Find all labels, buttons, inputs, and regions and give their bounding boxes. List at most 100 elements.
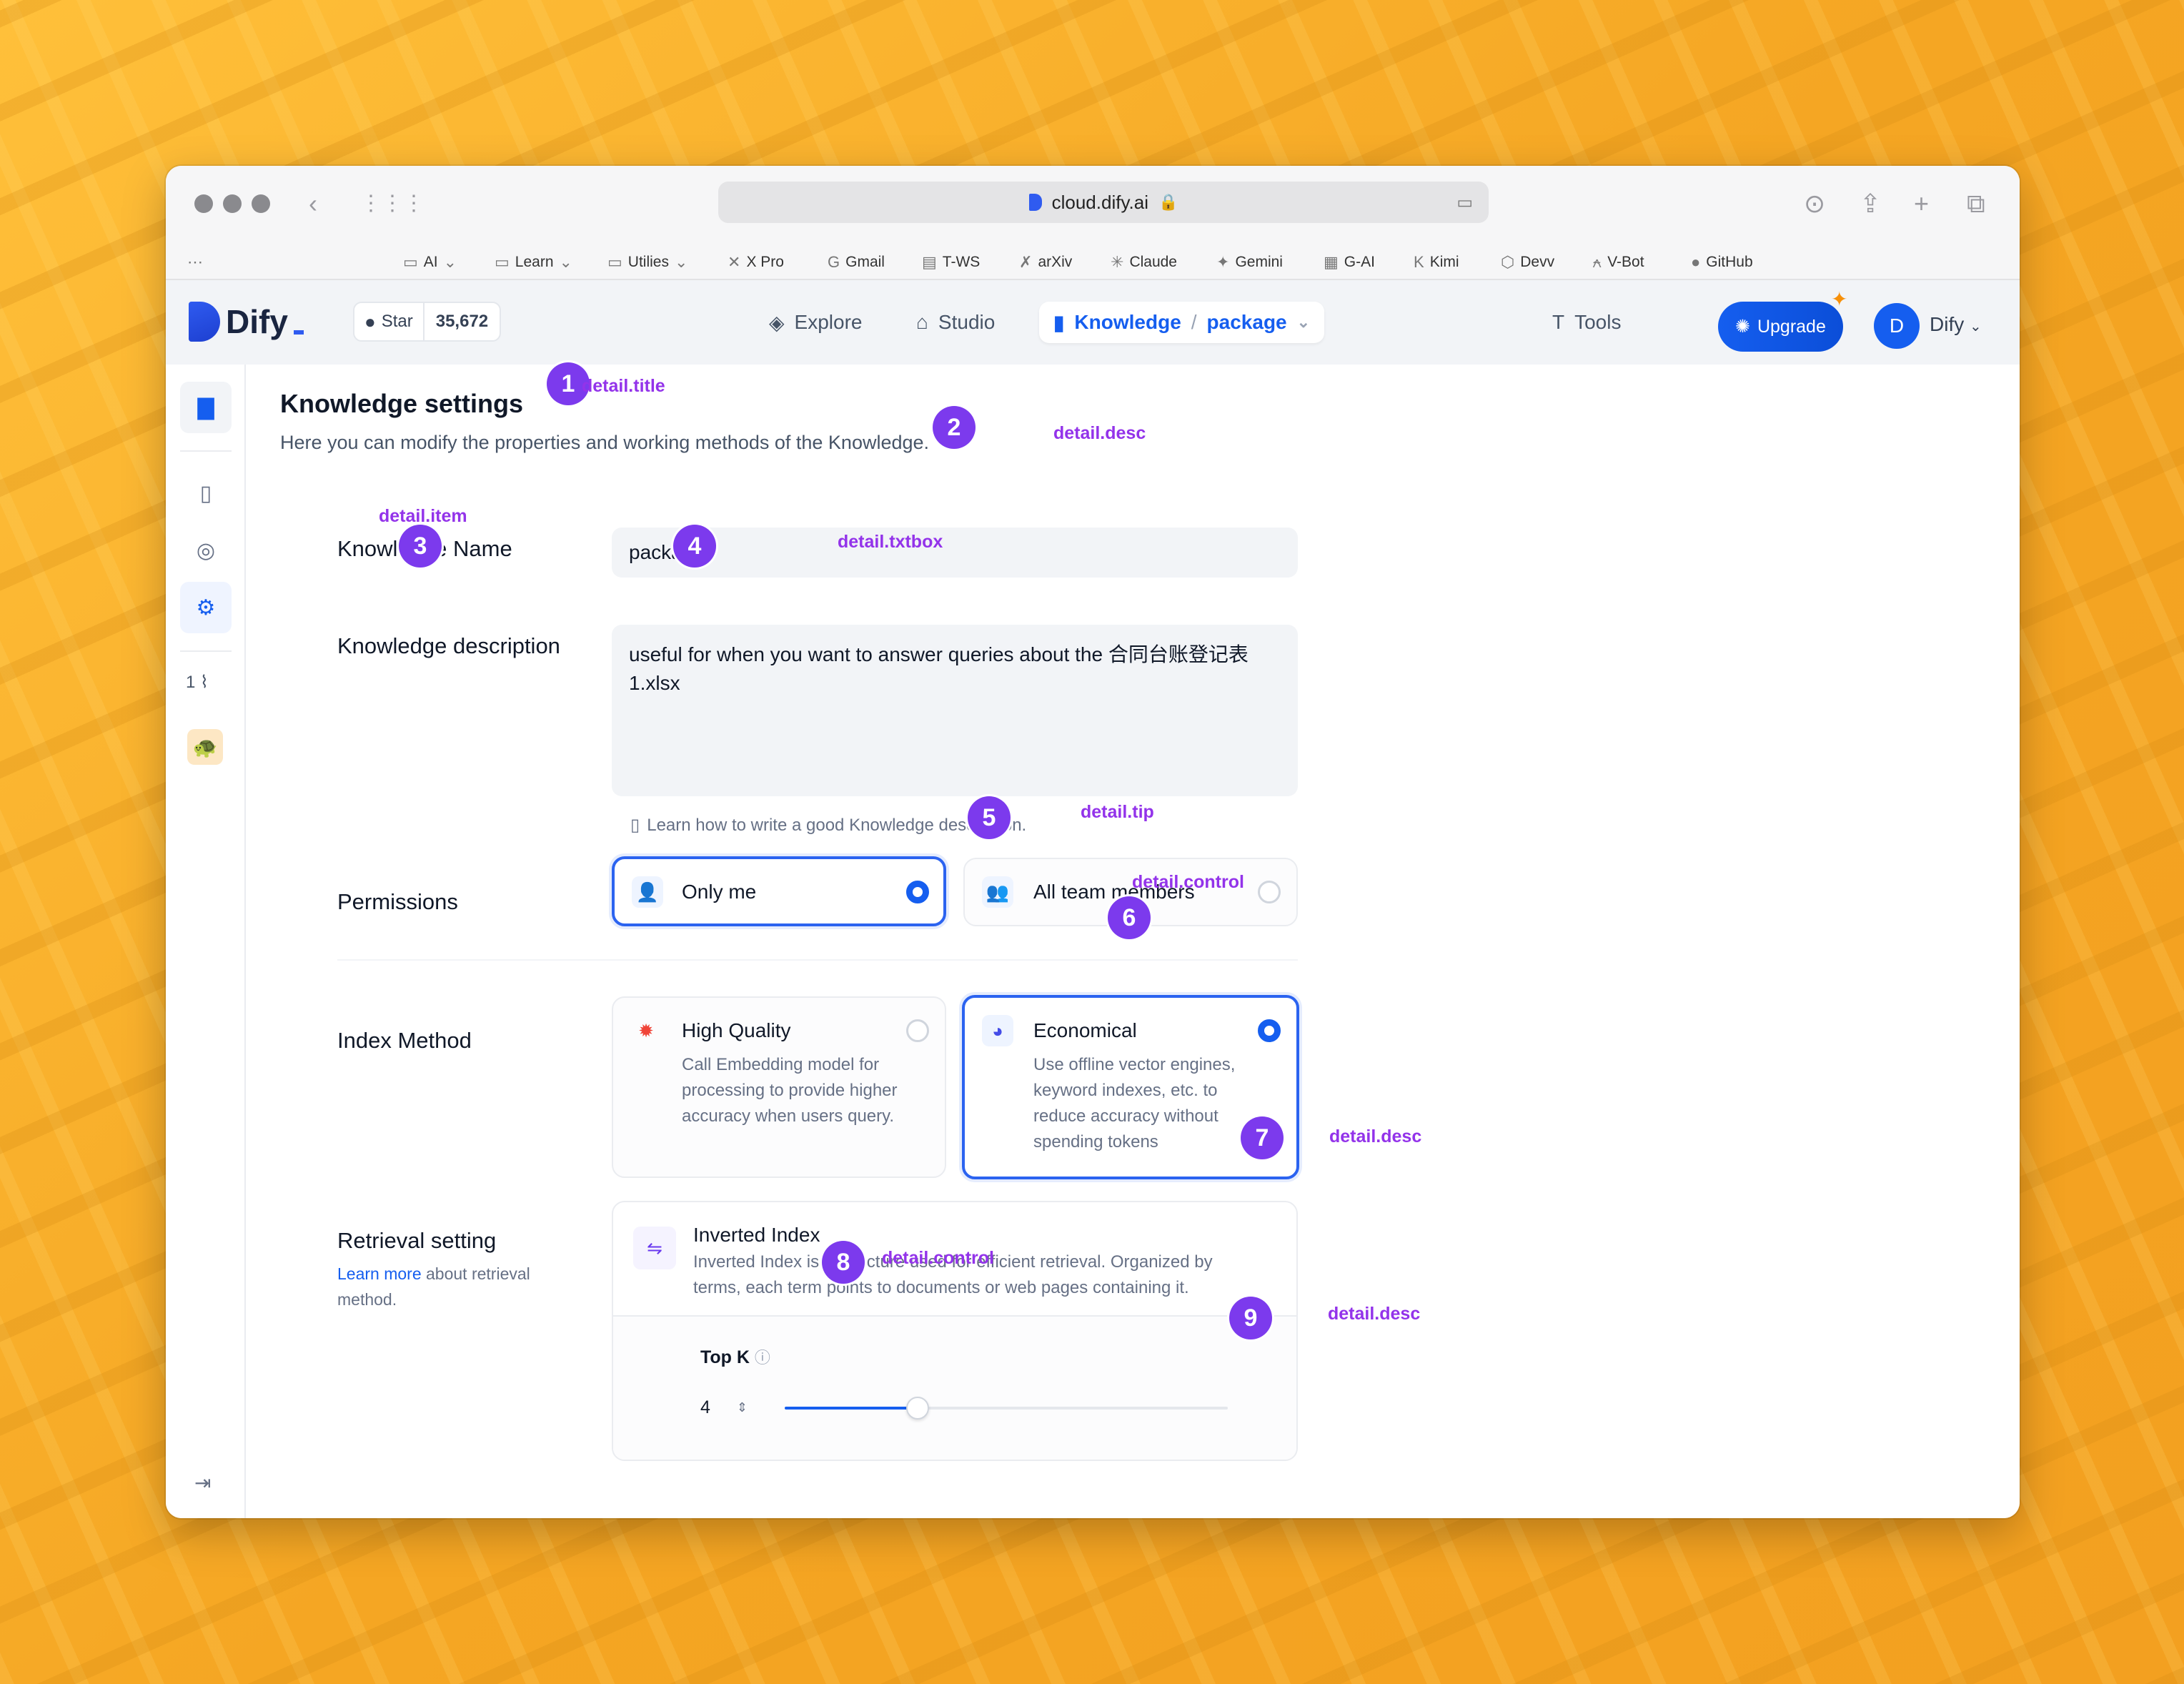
- index-high-quality-option[interactable]: ✹ High Quality Call Embedding model for …: [612, 996, 946, 1178]
- attachment-counter[interactable]: 1 ⌇: [186, 672, 209, 693]
- bookmark-utilies[interactable]: ▭ Utilies ⌄: [607, 244, 688, 280]
- piggy-bank-icon: ◕: [982, 1015, 1013, 1046]
- tab-overview-icon[interactable]: ⋮⋮⋮: [360, 186, 425, 222]
- chevron-down-icon: ⌄: [443, 253, 457, 271]
- site-favicon-icon: [1028, 194, 1042, 211]
- robot-icon: ⌂: [916, 311, 928, 333]
- team-icon: 👥: [982, 876, 1013, 908]
- minimize-window-button[interactable]: [223, 194, 242, 213]
- help-circle-icon[interactable]: ⓘ: [755, 1349, 770, 1367]
- settings-gear-icon[interactable]: ⚙: [180, 582, 232, 633]
- sun-icon: ✹: [638, 1019, 654, 1041]
- upgrade-button[interactable]: ✺ Upgrade: [1718, 302, 1843, 352]
- bookmark-v-bot[interactable]: ⍲ V-Bot: [1592, 244, 1644, 280]
- hit-testing-icon[interactable]: ◎: [180, 525, 232, 576]
- github-star-button[interactable]: ● Star 35,672: [353, 302, 502, 342]
- dify-logo[interactable]: Dify: [189, 302, 304, 342]
- top-k-stepper[interactable]: 4 ⇕: [692, 1390, 756, 1425]
- tabs-icon[interactable]: ⧉: [1967, 186, 1985, 222]
- dataset-selector[interactable]: package: [1207, 311, 1287, 334]
- nav-knowledge[interactable]: ▮ Knowledge / package ⌄: [1039, 302, 1325, 343]
- book-open-icon: ▯: [630, 816, 640, 835]
- knowledge-settings-panel: Knowledge settings Here you can modify t…: [247, 365, 2020, 1518]
- bookmark-t-ws[interactable]: ▤ T-WS: [922, 244, 980, 280]
- annotation-badge-2: 2: [933, 406, 976, 449]
- bookmark-gemini[interactable]: ✦ Gemini: [1216, 244, 1283, 280]
- apps-grid-icon[interactable]: ⋯: [187, 244, 203, 280]
- annotation-badge-7: 7: [1241, 1116, 1284, 1159]
- bookmark-arxiv[interactable]: ✗ arXiv: [1019, 244, 1072, 280]
- divider: [337, 959, 1298, 961]
- reader-icon[interactable]: ▭: [1456, 192, 1473, 213]
- zoom-window-button[interactable]: [252, 194, 270, 213]
- gemini-icon: ✦: [1216, 253, 1230, 271]
- radio-unselected-icon: [1258, 881, 1281, 903]
- site-icon: ▤: [922, 253, 937, 271]
- github-icon: ●: [364, 310, 376, 332]
- radio-unselected-icon: [906, 1019, 929, 1042]
- permission-only-me-option[interactable]: 👤 Only me: [612, 856, 946, 926]
- annotation-badge-6: 6: [1108, 896, 1151, 939]
- annotation-badge-8: 8: [822, 1241, 865, 1284]
- nav-tools[interactable]: T Tools: [1538, 302, 1635, 343]
- bookmark-github[interactable]: ● GitHub: [1691, 244, 1753, 280]
- radio-selected-icon: [1258, 1019, 1281, 1042]
- url-bar[interactable]: cloud.dify.ai 🔒 ▭: [718, 182, 1489, 223]
- chevron-down-icon: ⌄: [559, 253, 572, 271]
- url-text: cloud.dify.ai: [1051, 191, 1148, 213]
- user-menu[interactable]: Dify ⌄: [1930, 313, 1982, 336]
- learn-more-link[interactable]: Learn more: [337, 1264, 422, 1283]
- retrieval-setting-label: Retrieval setting: [337, 1228, 497, 1253]
- devv-icon: ⬡: [1501, 253, 1515, 271]
- arxiv-icon: ✗: [1019, 253, 1033, 271]
- collapse-sidebar-icon[interactable]: ⇥: [194, 1471, 211, 1495]
- radio-selected-icon: [906, 881, 929, 903]
- share-icon[interactable]: ⇪: [1860, 186, 1881, 222]
- annotation-badge-3: 3: [399, 525, 442, 568]
- github-icon: ●: [1691, 253, 1701, 271]
- inverted-index-title: Inverted Index: [693, 1224, 820, 1246]
- inverted-index-panel: ⇋ Inverted Index Inverted Index is a str…: [612, 1201, 1298, 1461]
- bookmark-gmail[interactable]: G Gmail: [828, 244, 885, 280]
- annotation-label-desc: detail.desc: [1053, 423, 1146, 443]
- bookmarks-bar: ⋯ ▭ AI ⌄ ▭ Learn ⌄ ▭ Utilies ⌄ ✕ X Pro G Gmail ▤…: [166, 244, 2020, 280]
- knowledge-description-textarea[interactable]: useful for when you want to answer queri…: [612, 625, 1298, 796]
- star-sparkle-icon: ✦: [1831, 288, 1848, 310]
- chevron-down-icon: ⌄: [1296, 313, 1311, 331]
- back-icon[interactable]: ‹: [309, 186, 317, 222]
- new-tab-icon[interactable]: +: [1914, 186, 1929, 222]
- top-k-label: Top K ⓘ: [700, 1347, 770, 1367]
- chevron-down-icon: ⌄: [1970, 319, 1982, 335]
- lock-icon: 🔒: [1158, 193, 1178, 211]
- page-description: Here you can modify the properties and w…: [280, 432, 930, 453]
- chevron-down-icon: ⌄: [674, 253, 688, 271]
- bookmark-claude[interactable]: ✳ Claude: [1111, 244, 1177, 280]
- download-icon[interactable]: ⊙: [1804, 186, 1825, 222]
- nav-explore[interactable]: ◈ Explore: [755, 302, 876, 343]
- inverted-index-icon: ⇋: [633, 1227, 676, 1269]
- bookmark-x-pro[interactable]: ✕ X Pro: [728, 244, 784, 280]
- paperclip-icon: ⌇: [200, 673, 209, 692]
- bookmark-learn[interactable]: ▭ Learn ⌄: [495, 244, 572, 280]
- app-avatar-icon[interactable]: 🐢: [187, 729, 223, 765]
- site-icon: ▦: [1324, 253, 1339, 271]
- nav-studio[interactable]: ⌂ Studio: [902, 302, 1009, 343]
- annotation-badge-9: 9: [1229, 1297, 1272, 1339]
- documents-icon[interactable]: ▯: [180, 467, 232, 519]
- top-k-slider-fill: [785, 1407, 918, 1410]
- bookmark-devv[interactable]: ⬡ Devv: [1501, 244, 1554, 280]
- bookmark-g-ai[interactable]: ▦ G-AI: [1324, 244, 1375, 280]
- sparkle-icon: ✺: [1735, 317, 1750, 337]
- avatar[interactable]: D: [1874, 303, 1920, 349]
- x-icon: ✕: [728, 253, 741, 271]
- folder-icon: ▭: [403, 253, 418, 271]
- bookmark-kimi[interactable]: K Kimi: [1414, 244, 1459, 280]
- bookmark-ai[interactable]: ▭ AI ⌄: [403, 244, 457, 280]
- top-k-slider-thumb[interactable]: [906, 1397, 929, 1420]
- permissions-label: Permissions: [337, 889, 458, 914]
- tools-icon: T: [1552, 311, 1565, 333]
- knowledge-description-label: Knowledge description: [337, 633, 560, 658]
- close-window-button[interactable]: [194, 194, 213, 213]
- dataset-folder-icon[interactable]: ▇: [180, 382, 232, 433]
- top-k-slider[interactable]: [785, 1397, 1228, 1420]
